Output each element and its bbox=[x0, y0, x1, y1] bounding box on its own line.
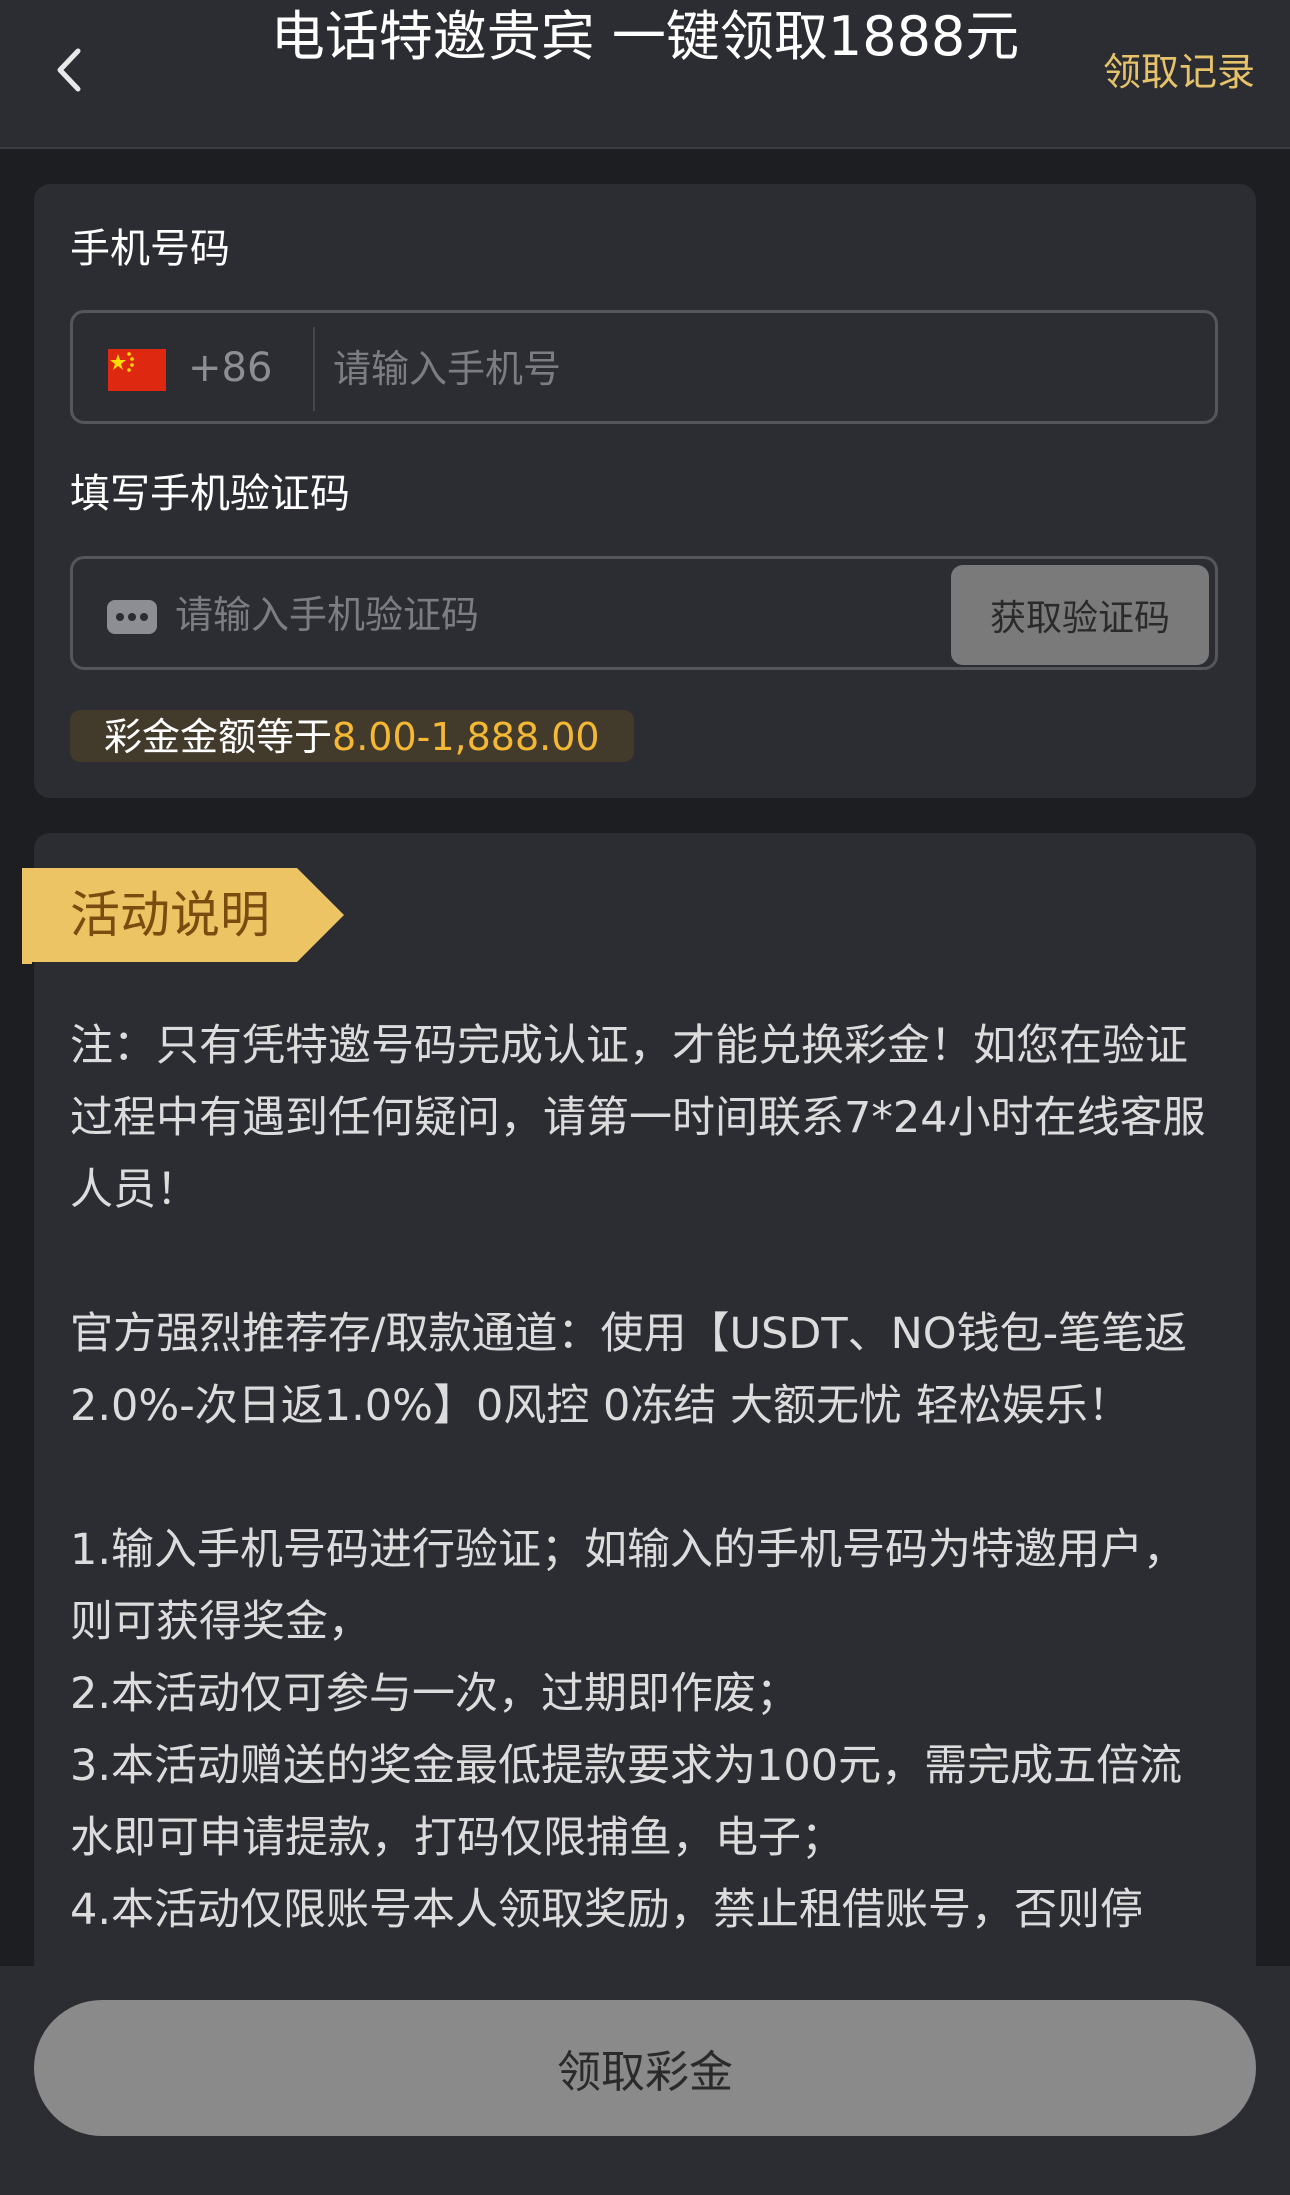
activity-description: 注：只有凭特邀号码完成认证，才能兑换彩金！如您在验证过程中有遇到任何疑问，请第一… bbox=[70, 1010, 1220, 1946]
bonus-amount-range: 8.00-1,888.00 bbox=[332, 715, 600, 759]
get-code-button[interactable]: 获取验证码 bbox=[951, 565, 1209, 665]
claim-records-link[interactable]: 领取记录 bbox=[1103, 42, 1255, 102]
verification-code-field: 获取验证码 bbox=[70, 556, 1218, 670]
rule-item-4: 4.本活动仅限账号本人领取奖励，禁止租借账号，否则停 bbox=[70, 1885, 1144, 1935]
field-divider bbox=[313, 327, 315, 411]
page-title: 电话特邀贵宾 一键领取1888元 bbox=[270, 5, 1020, 68]
phone-number-label: 手机号码 bbox=[70, 226, 230, 272]
bonus-amount-label: 彩金金额等于 bbox=[104, 715, 333, 759]
rule-item-3: 3.本活动赠送的奖金最低提款要求为100元，需完成五倍流水即可申请提款，打码仅限… bbox=[70, 1741, 1183, 1863]
country-code-selector[interactable]: +86 bbox=[188, 338, 272, 398]
verification-form-card: 手机号码 +86 填写手机验证码 获取验证码 彩金金额等于8.00-1,888.… bbox=[34, 184, 1256, 798]
back-button[interactable] bbox=[30, 30, 110, 110]
chevron-left-icon bbox=[57, 48, 81, 92]
china-flag-icon bbox=[108, 349, 166, 391]
activity-ribbon-title: 活动说明 bbox=[70, 886, 270, 944]
phone-number-input[interactable] bbox=[331, 333, 1195, 405]
top-navigation-bar: 电话特邀贵宾 一键领取1888元 领取记录 bbox=[0, 0, 1290, 149]
claim-bonus-button[interactable]: 领取彩金 bbox=[34, 2000, 1256, 2136]
rule-item-1: 1.输入手机号码进行验证；如输入的手机号码为特邀用户，则可获得奖金， bbox=[70, 1525, 1187, 1647]
recommended-channel-text: 官方强烈推荐存/取款通道：使用【USDT、NO钱包-笔笔返2.0%-次日返1.0… bbox=[70, 1309, 1188, 1431]
chat-bubble-icon bbox=[107, 600, 157, 634]
verification-code-label: 填写手机验证码 bbox=[70, 471, 350, 517]
bonus-amount-badge: 彩金金额等于8.00-1,888.00 bbox=[70, 710, 634, 762]
rule-item-2: 2.本活动仅可参与一次，过期即作废； bbox=[70, 1669, 800, 1719]
activity-ribbon: 活动说明 bbox=[22, 868, 344, 964]
bottom-action-bar: 领取彩金 bbox=[0, 1966, 1290, 2195]
verification-code-input[interactable] bbox=[173, 579, 997, 651]
phone-field: +86 bbox=[70, 310, 1218, 424]
activity-note: 注：只有凭特邀号码完成认证，才能兑换彩金！如您在验证过程中有遇到任何疑问，请第一… bbox=[70, 1021, 1206, 1215]
